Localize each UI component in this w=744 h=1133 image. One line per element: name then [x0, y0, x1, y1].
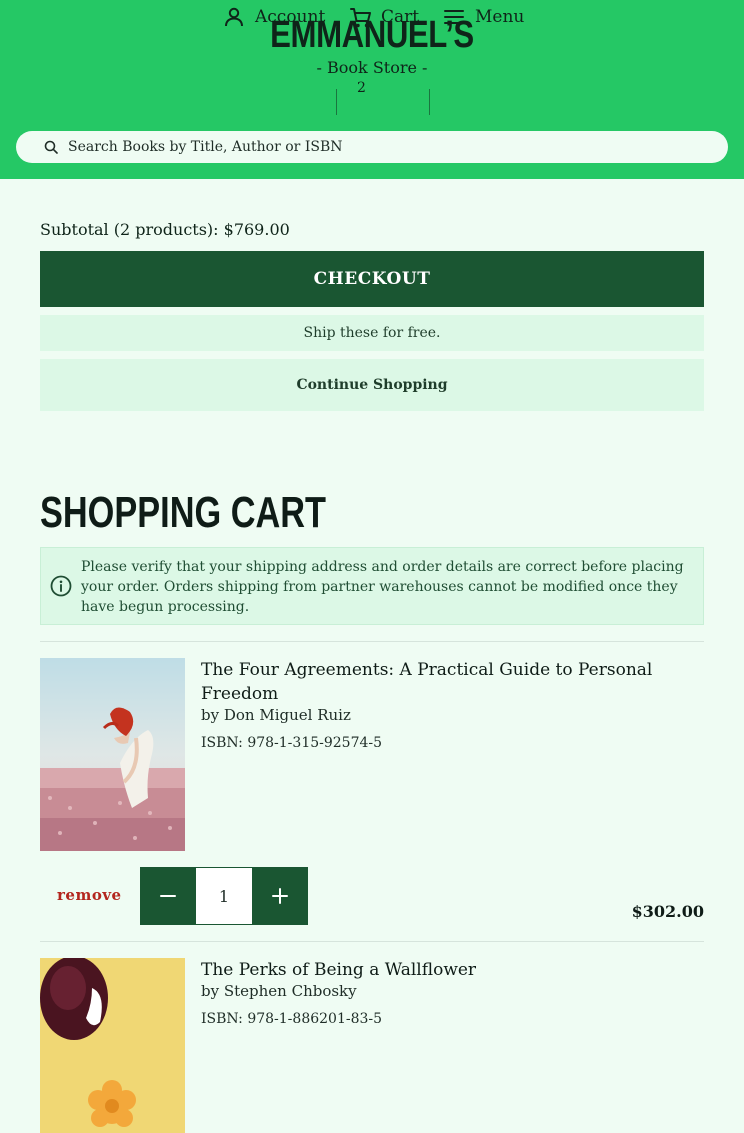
nav-cart[interactable]: Cart: [349, 0, 419, 34]
increase-quantity-button[interactable]: [252, 867, 308, 925]
nav-account[interactable]: Account: [223, 0, 325, 34]
nav-menu[interactable]: Menu: [443, 0, 524, 34]
store-subtitle: - Book Store -: [316, 58, 428, 77]
book-title[interactable]: The Four Agreements: A Practical Guide t…: [201, 658, 681, 706]
order-notice: Please verify that your shipping address…: [40, 547, 704, 625]
book-cover-image[interactable]: [40, 958, 185, 1133]
search-bar[interactable]: Search Books by Title, Author or ISBN: [16, 131, 728, 163]
site-header: EMMANUEL’S - Book Store - Account 2 Cart…: [0, 0, 744, 179]
book-title[interactable]: The Perks of Being a Wallflower: [201, 958, 681, 982]
checkout-button[interactable]: CHECKOUT: [40, 251, 704, 307]
ship-free-link[interactable]: Ship these for free.: [40, 315, 704, 351]
decrease-quantity-button[interactable]: [140, 867, 196, 925]
book-isbn: ISBN: 978-1-315-92574-5: [201, 735, 383, 751]
nav-account-label: Account: [255, 7, 326, 27]
nav-menu-label: Menu: [475, 7, 525, 27]
nav-cart-label: Cart: [381, 7, 420, 27]
search-icon: [44, 140, 58, 154]
page-title: SHOPPING CART: [40, 488, 327, 537]
continue-shopping-button[interactable]: Continue Shopping: [40, 359, 704, 411]
book-author[interactable]: by Don Miguel Ruiz: [201, 706, 351, 724]
info-icon: [50, 575, 72, 601]
nav-divider: [429, 89, 430, 115]
cart-icon: [349, 5, 373, 29]
plus-icon: [271, 887, 289, 905]
cart-count-badge: 2: [357, 80, 366, 96]
book-cover-image[interactable]: [40, 658, 185, 851]
user-icon: [223, 6, 245, 28]
menu-icon: [443, 6, 465, 28]
nav-divider: [336, 89, 337, 115]
item-price: $302.00: [631, 902, 704, 921]
book-author[interactable]: by Stephen Chbosky: [201, 982, 357, 1000]
divider: [40, 941, 704, 942]
book-isbn: ISBN: 978-1-886201-83-5: [201, 1011, 383, 1027]
notice-text: Please verify that your shipping address…: [81, 559, 684, 615]
search-input[interactable]: Search Books by Title, Author or ISBN: [68, 139, 342, 155]
divider: [40, 641, 704, 642]
quantity-input[interactable]: 1: [196, 867, 252, 925]
subtotal-text: Subtotal (2 products): $769.00: [40, 220, 290, 239]
minus-icon: [159, 887, 177, 905]
remove-item-button[interactable]: remove: [57, 886, 122, 904]
